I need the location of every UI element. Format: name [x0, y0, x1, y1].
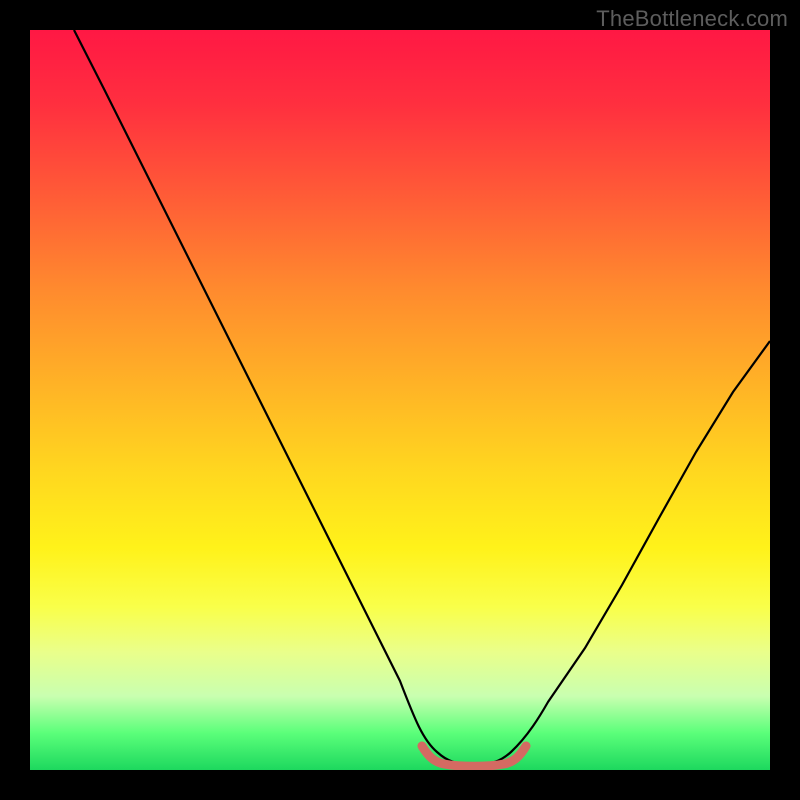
chart-frame: TheBottleneck.com [0, 0, 800, 800]
curve-svg [30, 30, 770, 770]
plot-area [30, 30, 770, 770]
bottom-accent [422, 746, 526, 766]
watermark-text: TheBottleneck.com [596, 6, 788, 32]
main-curve [74, 30, 770, 764]
